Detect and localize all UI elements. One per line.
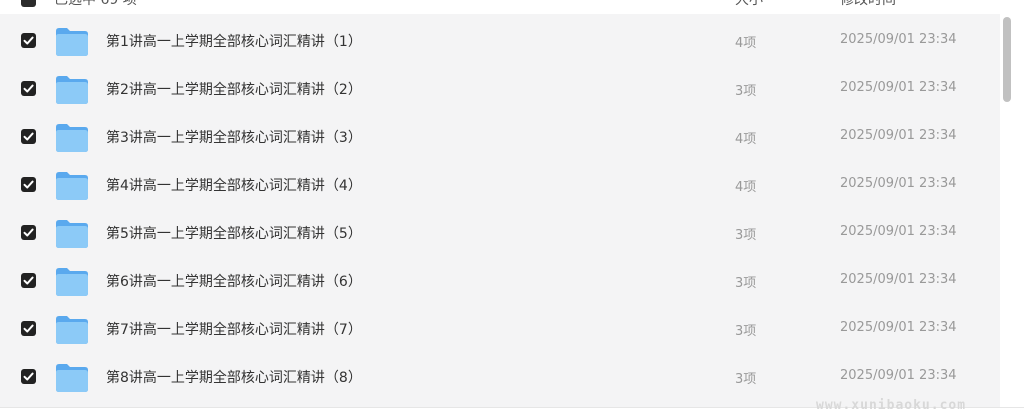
file-name[interactable]: 第8讲高一上学期全部核心词汇精讲（8） — [106, 367, 362, 387]
file-modified: 2025/09/01 23:34 — [840, 320, 957, 335]
file-name[interactable]: 第2讲高一上学期全部核心词汇精讲（2） — [106, 79, 362, 99]
file-row[interactable]: 第7讲高一上学期全部核心词汇精讲（7） 3项 2025/09/01 23:34 — [0, 304, 1000, 352]
file-modified: 2025/09/01 23:34 — [840, 128, 957, 143]
file-row[interactable]: 第2讲高一上学期全部核心词汇精讲（2） 3项 2025/09/01 23:34 — [0, 64, 1000, 112]
folder-icon — [56, 172, 88, 200]
file-row[interactable]: 第3讲高一上学期全部核心词汇精讲（3） 4项 2025/09/01 23:34 — [0, 112, 1000, 160]
file-name[interactable]: 第5讲高一上学期全部核心词汇精讲（5） — [106, 223, 362, 243]
check-icon — [23, 228, 34, 237]
file-size: 4项 — [735, 180, 757, 195]
row-checkbox[interactable] — [21, 321, 36, 336]
check-icon — [23, 372, 34, 381]
check-icon — [23, 180, 34, 189]
folder-icon — [56, 124, 88, 152]
check-icon — [23, 132, 34, 141]
row-checkbox[interactable] — [21, 273, 36, 288]
size-column-header[interactable]: 大小 — [735, 0, 763, 9]
file-modified: 2025/09/01 23:34 — [840, 176, 957, 191]
folder-icon — [56, 28, 88, 56]
file-size: 3项 — [735, 276, 757, 291]
row-checkbox[interactable] — [21, 369, 36, 384]
selection-count: 已选中 69 项 — [54, 0, 137, 8]
check-icon — [23, 36, 34, 45]
row-checkbox[interactable] — [21, 177, 36, 192]
folder-icon — [56, 316, 88, 344]
row-checkbox[interactable] — [21, 33, 36, 48]
file-name[interactable]: 第7讲高一上学期全部核心词汇精讲（7） — [106, 319, 362, 339]
file-size: 4项 — [735, 36, 757, 51]
file-row[interactable]: 第4讲高一上学期全部核心词汇精讲（4） 4项 2025/09/01 23:34 — [0, 160, 1000, 208]
scrollbar-thumb[interactable] — [1003, 17, 1011, 102]
check-icon — [23, 324, 34, 333]
file-size: 3项 — [735, 228, 757, 243]
file-row[interactable]: 第6讲高一上学期全部核心词汇精讲（6） 3项 2025/09/01 23:34 — [0, 256, 1000, 304]
file-modified: 2025/09/01 23:34 — [840, 80, 957, 95]
file-size: 3项 — [735, 84, 757, 99]
file-modified: 2025/09/01 23:34 — [840, 224, 957, 239]
select-all-checkbox[interactable] — [21, 0, 36, 7]
file-name[interactable]: 第3讲高一上学期全部核心词汇精讲（3） — [106, 127, 362, 147]
row-checkbox[interactable] — [21, 129, 36, 144]
watermark: www.xunibaoku.com — [816, 398, 967, 413]
file-row[interactable]: 第5讲高一上学期全部核心词汇精讲（5） 3项 2025/09/01 23:34 — [0, 208, 1000, 256]
check-icon — [23, 84, 34, 93]
file-modified: 2025/09/01 23:34 — [840, 272, 957, 287]
check-icon — [23, 276, 34, 285]
file-name[interactable]: 第6讲高一上学期全部核心词汇精讲（6） — [106, 271, 362, 291]
file-modified: 2025/09/01 23:34 — [840, 368, 957, 383]
folder-icon — [56, 220, 88, 248]
file-size: 4项 — [735, 132, 757, 147]
file-size: 3项 — [735, 324, 757, 339]
file-size: 3项 — [735, 372, 757, 387]
folder-icon — [56, 268, 88, 296]
file-row[interactable]: 第1讲高一上学期全部核心词汇精讲（1） 4项 2025/09/01 23:34 — [0, 16, 1000, 64]
folder-icon — [56, 76, 88, 104]
file-list: 第1讲高一上学期全部核心词汇精讲（1） 4项 2025/09/01 23:34 … — [0, 14, 1000, 407]
file-modified: 2025/09/01 23:34 — [840, 32, 957, 47]
file-name[interactable]: 第4讲高一上学期全部核心词汇精讲（4） — [106, 175, 362, 195]
folder-icon — [56, 364, 88, 392]
list-header: 已选中 69 项 大小 修改时间 — [0, 0, 1000, 14]
row-checkbox[interactable] — [21, 81, 36, 96]
file-name[interactable]: 第1讲高一上学期全部核心词汇精讲（1） — [106, 31, 362, 51]
modified-column-header[interactable]: 修改时间 — [840, 0, 896, 9]
row-checkbox[interactable] — [21, 225, 36, 240]
file-row[interactable]: 第8讲高一上学期全部核心词汇精讲（8） 3项 2025/09/01 23:34 — [0, 352, 1000, 400]
